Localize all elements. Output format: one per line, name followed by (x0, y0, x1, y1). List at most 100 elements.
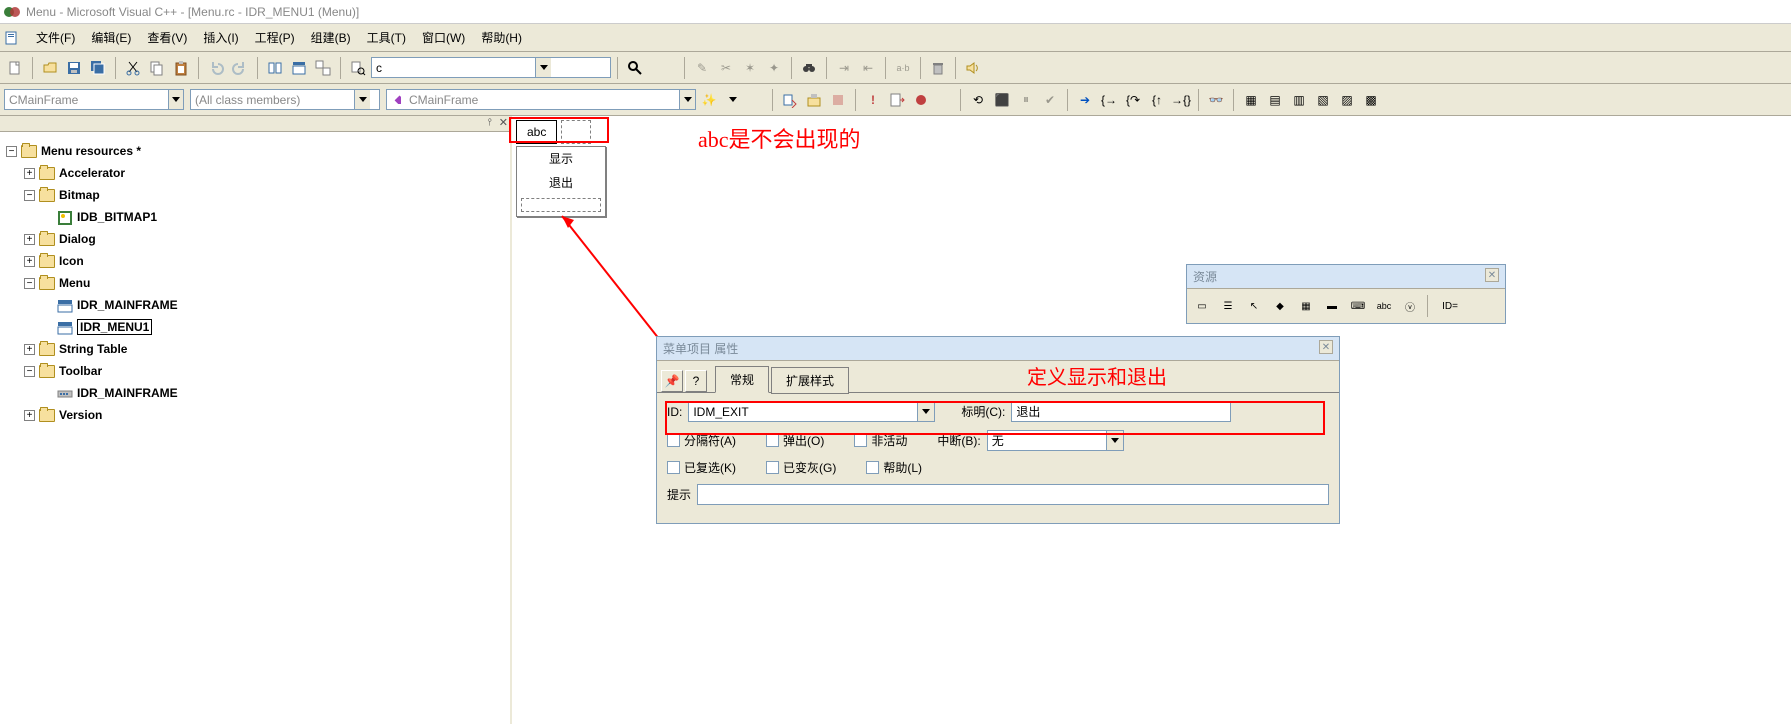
menu-view[interactable]: 查看(V) (139, 25, 195, 50)
dbg-apply-button[interactable]: ✔ (1039, 89, 1061, 111)
dropdown-icon[interactable] (679, 90, 695, 109)
tree-bitmap[interactable]: Bitmap (59, 188, 100, 202)
go-button[interactable] (886, 89, 908, 111)
tree-toolbar-mainframe[interactable]: IDR_MAINFRAME (77, 386, 178, 400)
compile-button[interactable] (779, 89, 801, 111)
save-all-button[interactable] (87, 57, 109, 79)
res-icon-icon[interactable]: ◆ (1269, 295, 1291, 317)
menu-build[interactable]: 组建(B) (303, 25, 359, 50)
copy-button[interactable] (146, 57, 168, 79)
workspace-button[interactable] (264, 57, 286, 79)
class-combo-text[interactable] (5, 90, 168, 109)
help-icon[interactable]: ? (685, 370, 707, 392)
close-icon[interactable]: ✕ (1485, 268, 1499, 282)
variables-button[interactable]: ▤ (1264, 89, 1286, 111)
menu-insert[interactable]: 插入(I) (195, 25, 246, 50)
dbg-stop-button[interactable]: ⬛ (991, 89, 1013, 111)
expand-icon[interactable]: + (24, 234, 35, 245)
menu-item-properties[interactable]: 菜单项目 属性 ✕ 📌 ? 常规 扩展样式 定义显示和退出 ID: 标明(C):… (656, 336, 1340, 524)
tree-version[interactable]: Version (59, 408, 102, 422)
tree-idr-menu1[interactable]: IDR_MENU1 (80, 320, 149, 334)
filter-combo[interactable] (190, 89, 380, 110)
speaker-icon[interactable] (962, 57, 984, 79)
outdent-button[interactable]: ⇤ (857, 57, 879, 79)
close-icon[interactable]: ✕ (499, 116, 508, 129)
expand-icon[interactable]: + (24, 256, 35, 267)
find-input[interactable] (372, 58, 535, 77)
resource-toolbox[interactable]: 资源 ✕ ▭ ☰ ↖ ◆ ▦ ▬ ⌨ abc ⓥ ID= (1186, 264, 1506, 324)
resource-tree[interactable]: − Menu resources * + Accelerator − Bitmap I… (0, 132, 510, 434)
menu-edit[interactable]: 编辑(E) (83, 25, 139, 50)
search-button[interactable] (624, 57, 646, 79)
res-cursor-icon[interactable]: ↖ (1243, 295, 1265, 317)
collapse-icon[interactable]: − (6, 146, 17, 157)
find-in-files-button[interactable] (347, 57, 369, 79)
tree-string-table[interactable]: String Table (59, 342, 127, 356)
quickwatch-button[interactable]: 👓 (1205, 89, 1227, 111)
indent-button[interactable]: ⇥ (833, 57, 855, 79)
filter-combo-text[interactable] (191, 90, 354, 109)
redo-button[interactable] (229, 57, 251, 79)
member-combo-text[interactable] (405, 90, 679, 109)
expand-icon[interactable]: + (24, 168, 35, 179)
open-button[interactable] (39, 57, 61, 79)
disasm-button[interactable]: ▩ (1360, 89, 1382, 111)
close-icon[interactable]: ✕ (1319, 340, 1333, 354)
save-button[interactable] (63, 57, 85, 79)
output-button[interactable] (288, 57, 310, 79)
stop-build-button[interactable] (827, 89, 849, 111)
binoculars-icon[interactable] (798, 57, 820, 79)
res-version-icon[interactable]: ⓥ (1399, 295, 1421, 317)
watch-button[interactable]: ▦ (1240, 89, 1262, 111)
res-bitmap-icon[interactable]: ▦ (1295, 295, 1317, 317)
class-combo[interactable] (4, 89, 184, 110)
callstack-button[interactable]: ▨ (1336, 89, 1358, 111)
tree-accelerator[interactable]: Accelerator (59, 166, 125, 180)
find-combo[interactable] (371, 57, 611, 78)
step-over-button[interactable]: {↷ (1122, 89, 1144, 111)
tab-general[interactable]: 常规 (715, 366, 769, 393)
menu-item-exit[interactable]: 退出 (517, 171, 605, 195)
tree-menu[interactable]: Menu (59, 276, 90, 290)
menu-help[interactable]: 帮助(H) (473, 25, 530, 50)
menu-item-show[interactable]: 显示 (517, 147, 605, 171)
tree-toolbar[interactable]: Toolbar (59, 364, 102, 378)
wand-button[interactable]: ✨ (698, 89, 720, 111)
collapse-icon[interactable]: − (24, 278, 35, 289)
step-into-button[interactable]: {→ (1098, 89, 1120, 111)
dropdown-icon[interactable] (354, 90, 370, 109)
menu-tools[interactable]: 工具(T) (359, 25, 414, 50)
collapse-icon[interactable]: − (24, 190, 35, 201)
pin-icon[interactable]: ⫯ (488, 117, 492, 128)
grayed-checkbox[interactable]: 已变灰(G) (766, 459, 836, 476)
run-to-cursor-button[interactable]: →{} (1170, 89, 1192, 111)
tree-root[interactable]: Menu resources * (41, 144, 141, 158)
checked-checkbox[interactable]: 已复选(K) (667, 459, 736, 476)
breakpoint-button[interactable] (910, 89, 932, 111)
memory-button[interactable]: ▧ (1312, 89, 1334, 111)
menu-file[interactable]: 文件(F) (28, 25, 83, 50)
res-accel-icon[interactable]: ⌨ (1347, 295, 1369, 317)
build-button[interactable] (803, 89, 825, 111)
tree-dialog[interactable]: Dialog (59, 232, 96, 246)
undo-button[interactable] (205, 57, 227, 79)
help-checkbox[interactable]: 帮助(L) (866, 459, 922, 476)
prompt-input[interactable] (697, 484, 1329, 505)
tree-idb-bitmap1[interactable]: IDB_BITMAP1 (77, 210, 157, 224)
dropdown-icon[interactable] (168, 90, 183, 109)
menu-project[interactable]: 工程(P) (247, 25, 303, 50)
expand-icon[interactable]: + (24, 410, 35, 421)
paste-button[interactable] (170, 57, 192, 79)
res-id-button[interactable]: ID= (1434, 295, 1466, 317)
dbg-restart-button[interactable]: ⟲ (967, 89, 989, 111)
res-string-icon[interactable]: abc (1373, 295, 1395, 317)
new-doc-button[interactable] (4, 57, 26, 79)
tree-icon[interactable]: Icon (59, 254, 84, 268)
res-toolbar-icon[interactable]: ▬ (1321, 295, 1343, 317)
res-dialog-icon[interactable]: ▭ (1191, 295, 1213, 317)
wand-arrow-button[interactable] (722, 89, 744, 111)
dbg-break-button[interactable]: ⏸ (1015, 89, 1037, 111)
window-list-button[interactable] (312, 57, 334, 79)
res-menu-icon[interactable]: ☰ (1217, 295, 1239, 317)
show-next-button[interactable]: ➔ (1074, 89, 1096, 111)
